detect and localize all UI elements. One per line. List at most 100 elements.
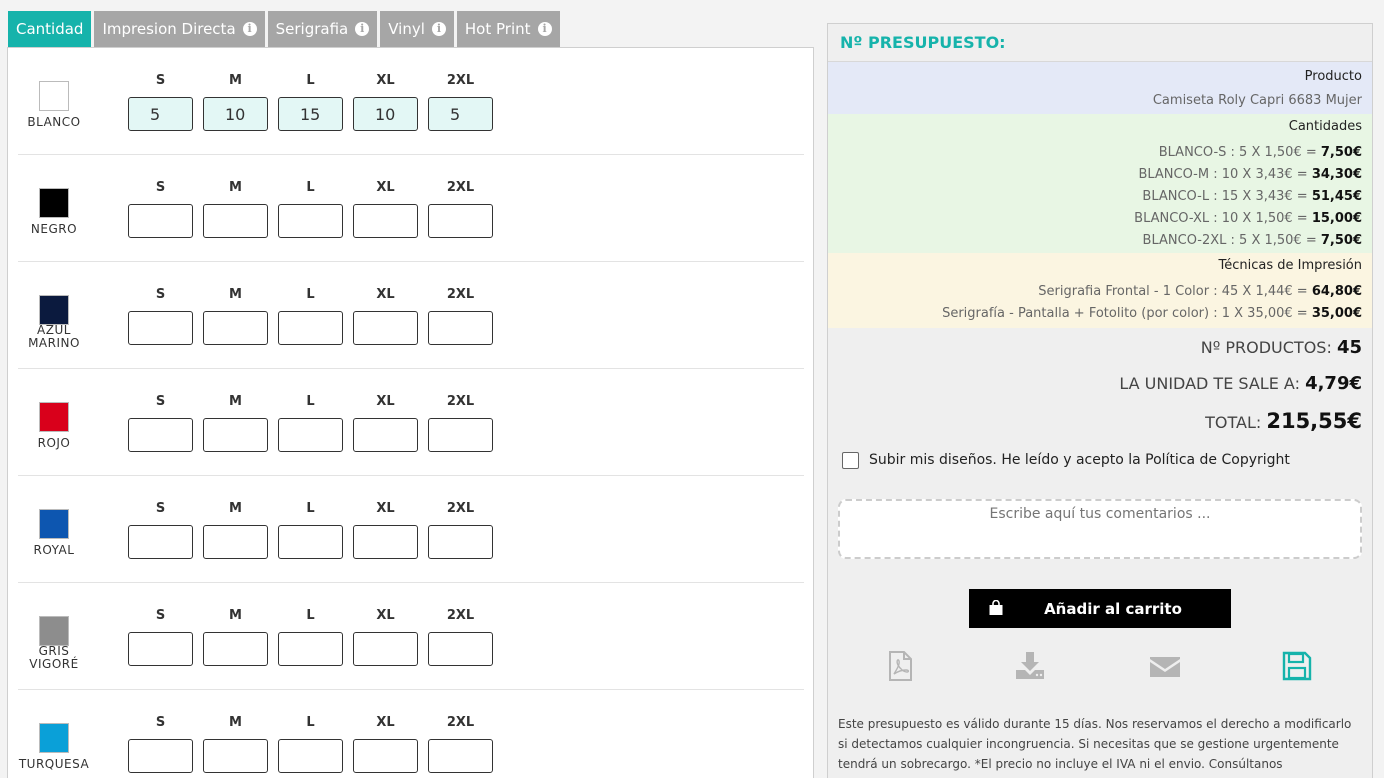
quantity-input[interactable] — [353, 525, 418, 559]
info-icon[interactable]: i — [431, 22, 446, 36]
size-column: M — [203, 180, 268, 238]
color-row-rojo: ROJO S M L XL 2XL — [18, 369, 804, 476]
quantity-input[interactable] — [278, 525, 343, 559]
quantity-input[interactable] — [428, 311, 493, 345]
envelope-icon[interactable] — [1149, 650, 1181, 682]
tab-impresion-directa[interactable]: Impresion Directa i — [94, 11, 265, 47]
size-column: S — [128, 73, 193, 131]
quantity-input[interactable] — [353, 418, 418, 452]
quantity-input[interactable] — [203, 418, 268, 452]
color-name: BLANCO — [27, 115, 81, 129]
quantity-line: BLANCO-L : 15 X 3,43€ = 51,45€ — [838, 186, 1362, 208]
quantity-input[interactable] — [428, 418, 493, 452]
copyright-checkbox[interactable] — [842, 451, 859, 469]
color-row-royal: ROYAL S M L XL 2XL — [18, 476, 804, 583]
quantity-input[interactable] — [203, 97, 268, 131]
save-floppy-icon[interactable] — [1281, 650, 1313, 682]
product-section: Producto Camiseta Roly Capri 6683 Mujer — [828, 62, 1372, 114]
quantity-input[interactable] — [278, 418, 343, 452]
quantity-input[interactable] — [203, 311, 268, 345]
info-icon[interactable]: i — [242, 22, 257, 36]
quantity-input[interactable] — [128, 632, 193, 666]
quantity-input[interactable] — [428, 525, 493, 559]
quantity-input[interactable] — [128, 311, 193, 345]
shopping-bag-icon — [989, 600, 1003, 615]
quantity-line-text: BLANCO-M : 10 X 3,43€ = — [1138, 167, 1312, 182]
size-label: 2XL — [446, 394, 475, 409]
quantity-input[interactable] — [428, 632, 493, 666]
download-icon[interactable] — [1014, 650, 1046, 682]
quantity-input[interactable] — [203, 204, 268, 238]
tab-vinyl[interactable]: Vinyl i — [380, 11, 454, 47]
quantity-input[interactable] — [203, 525, 268, 559]
comments-textarea[interactable] — [838, 499, 1362, 559]
size-column: L — [278, 608, 343, 666]
total-price-value: 215,55€ — [1266, 409, 1362, 433]
color-row-gris-vigoré: GRIS VIGORÉ S M L XL 2XL — [18, 583, 804, 690]
size-label: 2XL — [446, 287, 475, 302]
quantity-input[interactable] — [278, 632, 343, 666]
quantity-input[interactable] — [428, 97, 493, 131]
size-column: 2XL — [428, 287, 493, 345]
size-label: XL — [376, 287, 395, 302]
add-to-cart-button[interactable]: Añadir al carrito — [969, 589, 1231, 628]
size-column: L — [278, 73, 343, 131]
size-column: 2XL — [428, 715, 493, 773]
color-name: ROYAL — [33, 543, 75, 557]
quantity-input[interactable] — [353, 204, 418, 238]
color-name-line: VIGORÉ — [29, 657, 79, 671]
quantity-input[interactable] — [128, 525, 193, 559]
info-icon[interactable]: i — [355, 22, 370, 36]
size-column: S — [128, 715, 193, 773]
quantity-input[interactable] — [278, 97, 343, 131]
size-label: XL — [376, 394, 395, 409]
budget-title: Nº PRESUPUESTO: — [828, 24, 1372, 62]
quantity-panel: Cantidad Impresion Directa i Serigrafia i … — [0, 7, 818, 778]
size-column: L — [278, 180, 343, 238]
technique-line-text: Serigrafía - Pantalla + Fotolito (por co… — [942, 306, 1312, 321]
tab-cantidad[interactable]: Cantidad — [8, 11, 92, 47]
size-column: S — [128, 394, 193, 452]
info-icon[interactable]: i — [537, 22, 552, 36]
size-label: S — [155, 73, 166, 88]
tab-bar: Cantidad Impresion Directa i Serigrafia i … — [8, 11, 563, 48]
size-column: S — [128, 180, 193, 238]
tab-hot-print[interactable]: Hot Print i — [456, 11, 560, 47]
color-swatch — [39, 402, 69, 432]
quantity-input[interactable] — [128, 739, 193, 773]
quantity-input[interactable] — [353, 739, 418, 773]
quantity-input[interactable] — [353, 311, 418, 345]
quantity-input[interactable] — [353, 97, 418, 131]
quantity-input[interactable] — [128, 204, 193, 238]
size-label: 2XL — [446, 608, 475, 623]
quantity-input[interactable] — [353, 632, 418, 666]
size-column: M — [203, 287, 268, 345]
quantity-input[interactable] — [278, 739, 343, 773]
size-column: S — [128, 608, 193, 666]
quantity-input[interactable] — [128, 97, 193, 131]
size-label: XL — [376, 501, 395, 516]
quantity-input[interactable] — [128, 418, 193, 452]
techniques-heading: Técnicas de Impresión — [1218, 258, 1362, 273]
size-label: S — [155, 715, 166, 730]
quantity-input[interactable] — [203, 632, 268, 666]
size-label: 2XL — [446, 501, 475, 516]
size-column: 2XL — [428, 394, 493, 452]
quantity-input[interactable] — [203, 739, 268, 773]
quantity-line: BLANCO-2XL : 5 X 1,50€ = 7,50€ — [838, 230, 1362, 252]
copyright-agreement: Subir mis diseños. He leído y acepto la … — [842, 450, 1372, 470]
quantity-input[interactable] — [428, 739, 493, 773]
quantity-input[interactable] — [428, 204, 493, 238]
size-label: L — [306, 608, 315, 623]
size-column: XL — [353, 73, 418, 131]
size-label: S — [155, 287, 166, 302]
quantity-input[interactable] — [278, 311, 343, 345]
pdf-file-icon[interactable] — [884, 650, 916, 682]
color-name: AZUL MARINO — [18, 324, 90, 350]
size-label: S — [155, 394, 166, 409]
size-column: XL — [353, 715, 418, 773]
size-column: L — [278, 715, 343, 773]
quantity-input[interactable] — [278, 204, 343, 238]
product-name: Camiseta Roly Capri 6683 Mujer — [1152, 93, 1362, 108]
tab-serigrafia[interactable]: Serigrafia i — [267, 11, 378, 47]
